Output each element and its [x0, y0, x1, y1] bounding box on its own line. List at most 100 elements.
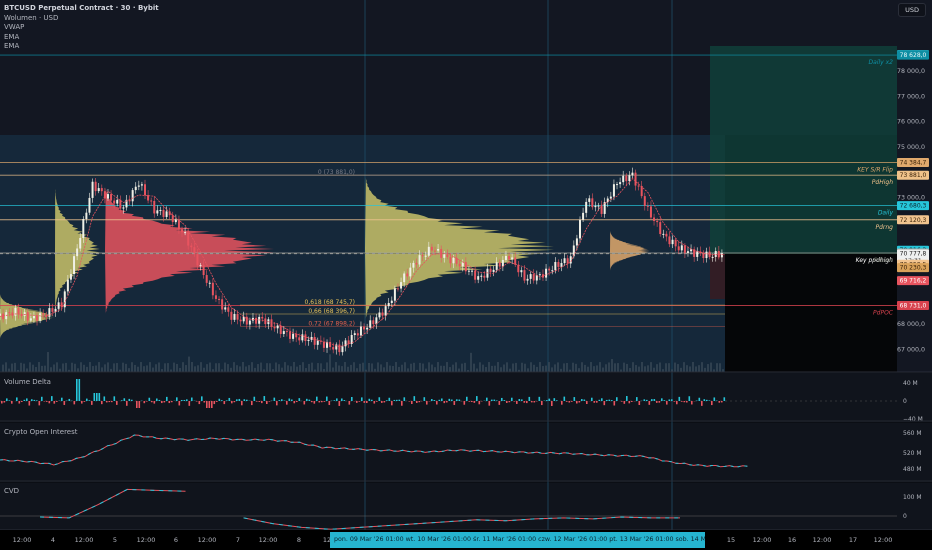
candle	[199, 265, 202, 267]
currency-button[interactable]: USD	[898, 3, 926, 17]
volume-bar	[599, 362, 601, 372]
candle	[434, 250, 436, 252]
candle	[88, 197, 91, 213]
volume-delta-bar	[688, 396, 691, 401]
volume-delta-bar	[198, 401, 201, 405]
candle	[421, 255, 424, 257]
volume-delta-bar	[218, 398, 221, 401]
cvd-tick: 0	[903, 513, 907, 520]
volume-bar	[395, 362, 397, 372]
price-box-text: 74 384,7	[900, 159, 927, 166]
volume-delta-bar	[593, 401, 596, 403]
volume-delta-bar	[603, 401, 606, 406]
volume-bar	[641, 362, 643, 372]
candle	[563, 258, 566, 264]
volume-delta-bar	[6, 398, 8, 401]
volume-bar	[437, 362, 439, 372]
level-label: Daily x2	[869, 59, 894, 66]
time-label: 12:00	[873, 536, 893, 544]
volume-delta-bar	[38, 401, 41, 406]
volume-delta-bar	[116, 401, 118, 405]
candle	[341, 346, 344, 353]
volume-delta-bar	[686, 401, 688, 403]
volume-delta-bar	[526, 401, 528, 404]
volume-delta-bar	[53, 401, 56, 404]
indicator-ema-1[interactable]: EMA	[4, 33, 159, 43]
candle	[332, 347, 335, 350]
volume-delta-bar	[473, 401, 476, 403]
volume-bar	[368, 362, 370, 372]
volume-delta-bar	[441, 398, 443, 401]
volume-delta-bar	[423, 397, 426, 401]
volume-delta-bar	[448, 398, 451, 401]
volume-bar	[611, 359, 613, 372]
volume-delta-bar	[201, 396, 203, 401]
candle	[705, 251, 708, 259]
candle	[427, 246, 430, 256]
candle	[671, 239, 674, 245]
volume-bar	[719, 363, 721, 372]
volume-delta-bar	[121, 400, 123, 401]
candle	[227, 307, 230, 312]
volume-delta-bar	[391, 401, 393, 406]
volume-delta-bar	[646, 399, 648, 401]
indicator-volume[interactable]: Wolumen · USD	[4, 14, 159, 24]
candle	[51, 308, 54, 312]
candle	[131, 190, 134, 202]
candle	[113, 200, 116, 204]
time-axis[interactable]: 12:00 4 12:00 5 12:00 6 12:00 7 12:00 8 12 15 12:00 1…	[0, 530, 932, 550]
price-tick: 78 000,0	[897, 68, 925, 75]
volume-delta-bar	[261, 401, 263, 404]
candle	[36, 315, 39, 321]
volume-bar	[35, 367, 37, 372]
volume-bar	[320, 363, 322, 372]
volume-delta-bar	[251, 401, 253, 406]
candle	[634, 172, 637, 186]
volume-delta-bar	[578, 401, 581, 403]
volume-bar	[446, 362, 448, 372]
volume-bar	[149, 362, 151, 372]
volume-delta-bar	[413, 396, 416, 401]
volume-bar	[260, 362, 262, 372]
time-label: 12:00	[12, 536, 32, 544]
volume-delta-bar	[188, 401, 191, 406]
candle	[134, 186, 137, 191]
volume-bar	[347, 366, 349, 372]
candle	[474, 270, 477, 280]
volume-bar	[506, 362, 508, 372]
volume-bar	[434, 367, 436, 372]
candle	[381, 312, 384, 316]
candle	[585, 201, 588, 213]
volume-delta-bar	[191, 397, 193, 401]
indicator-vwap[interactable]: VWAP	[4, 23, 159, 33]
indicator-ema-2[interactable]: EMA	[4, 42, 159, 52]
volume-delta-bar	[86, 398, 88, 401]
price-label-box: 72 120,3	[897, 215, 929, 225]
volume-bar	[389, 365, 391, 372]
volume-bar	[356, 368, 358, 372]
candle	[702, 253, 705, 259]
volume-delta-bar	[23, 399, 26, 401]
price-label-box: 69 716,2	[897, 276, 929, 286]
price-box-text: 72 120,3	[900, 217, 927, 224]
candle	[150, 200, 153, 202]
volume-bar	[122, 362, 124, 372]
candle	[520, 270, 523, 273]
volume-bar	[269, 363, 271, 372]
volume-delta-bar	[511, 397, 513, 401]
volume-delta-bar	[178, 401, 181, 406]
volume-delta-bar	[303, 401, 306, 405]
volume-delta-bar	[221, 400, 223, 401]
symbol-title[interactable]: BTCUSD Perpetual Contract · 30 · Bybit	[4, 4, 159, 14]
chart-canvas[interactable]: Daily x2KEY S/R FlipPdHighDailyPdrngKey …	[0, 0, 932, 550]
volume-delta-bar	[111, 401, 113, 403]
indicator-pane-bg	[0, 373, 932, 420]
price-label-box: 68 731,0	[897, 301, 929, 311]
volume-delta-bar	[503, 400, 506, 401]
volume-delta-bar	[673, 401, 676, 402]
volume-bar	[191, 362, 193, 372]
volume-bar	[29, 362, 31, 372]
volume-delta-bar	[176, 397, 178, 401]
volume-delta-bar	[458, 399, 461, 401]
volume-bar	[488, 362, 490, 372]
